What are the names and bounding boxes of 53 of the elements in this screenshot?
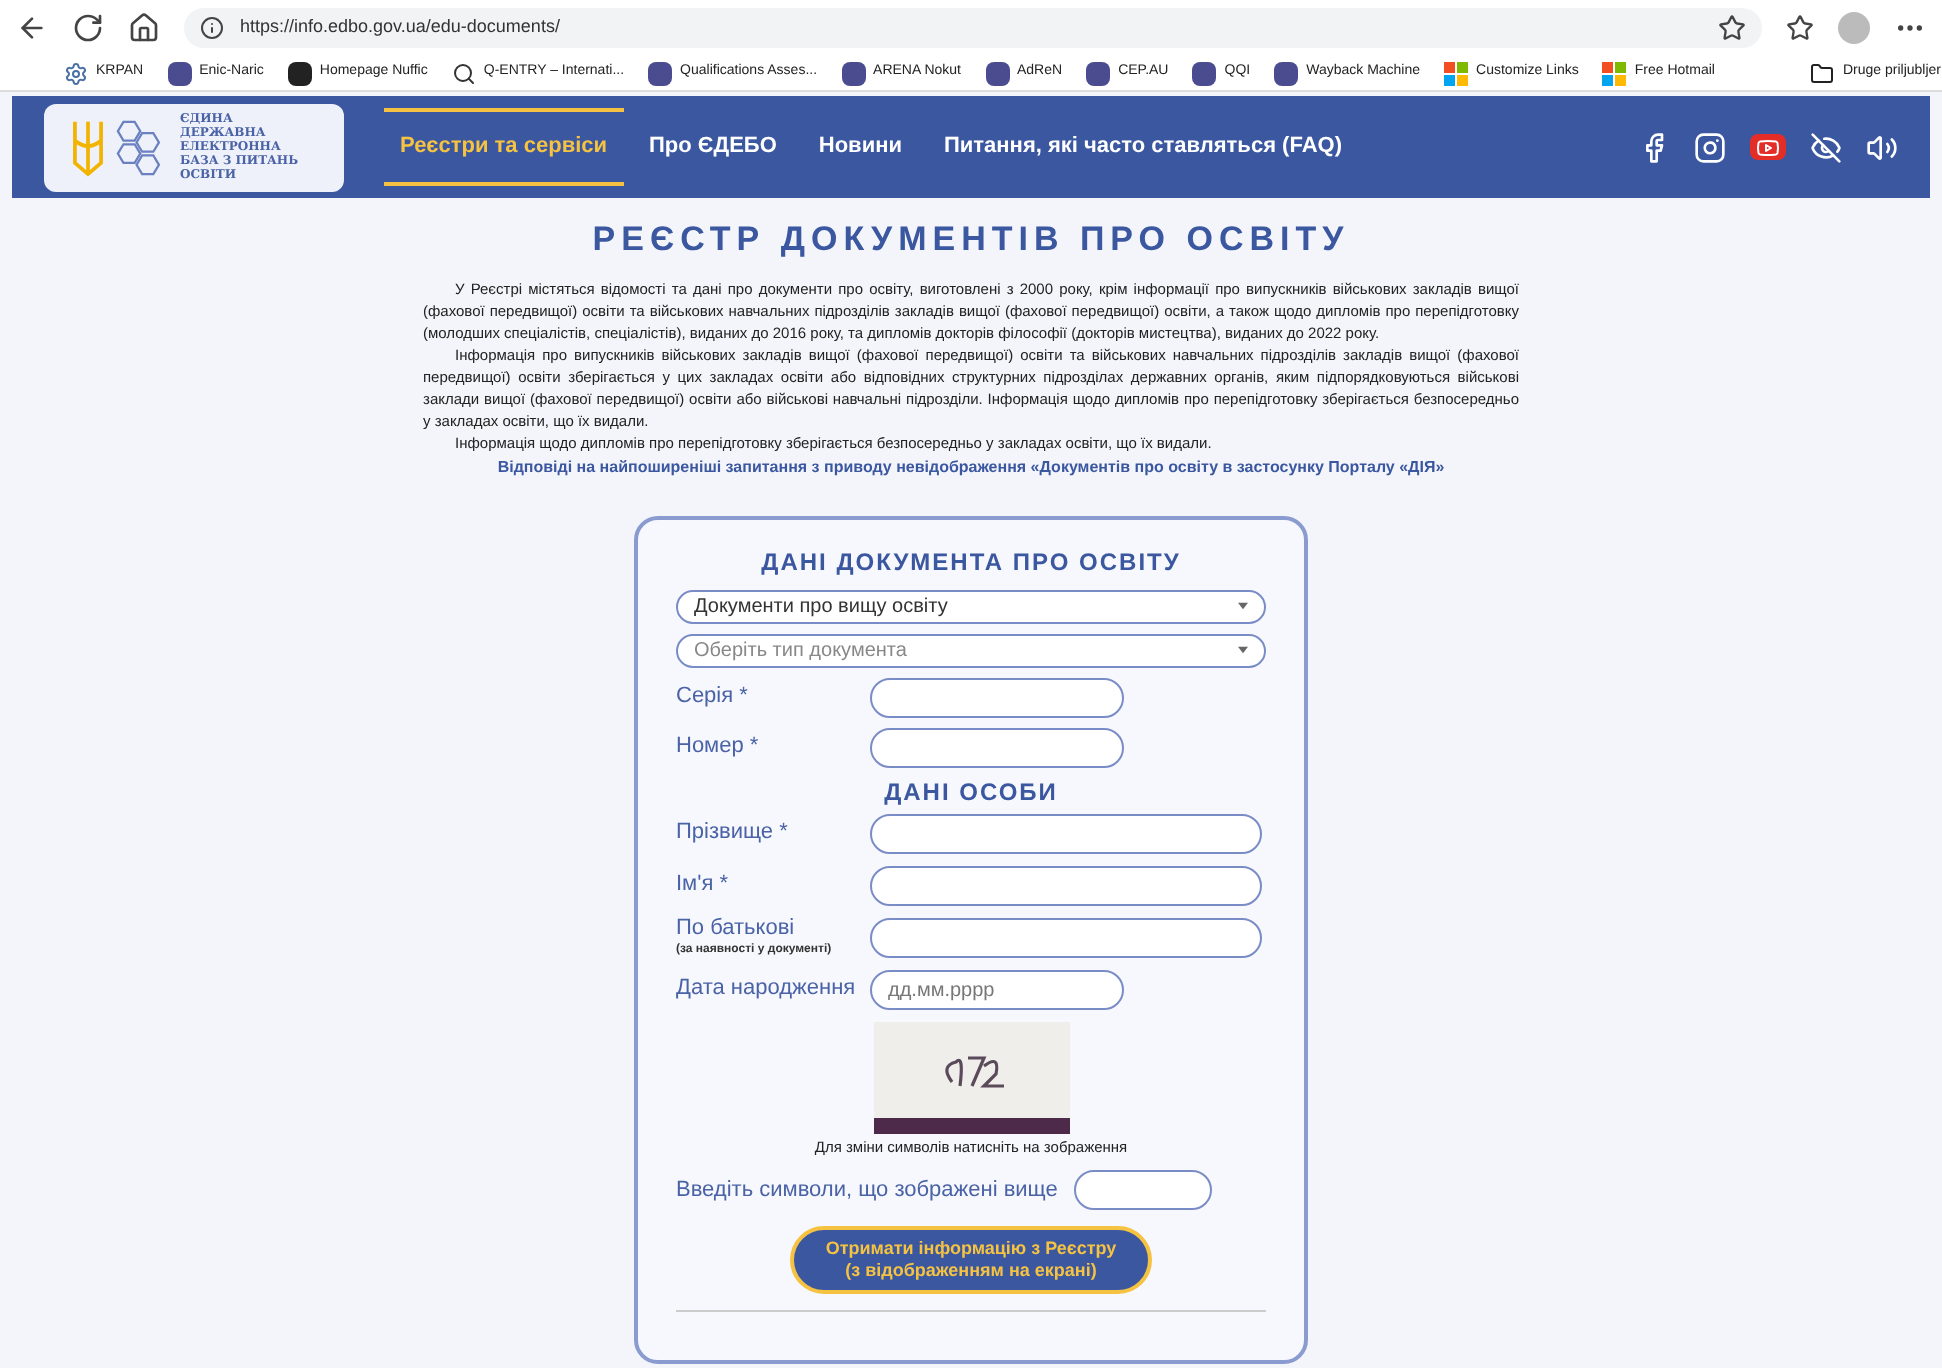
text-field[interactable] — [870, 678, 1124, 718]
faq-link[interactable]: Відповіді на найпоширеніші запитання з приводу невідображення «Документів про освіту в застосунку Порталу «ДІЯ» — [423, 455, 1519, 479]
speaker-icon[interactable] — [1866, 131, 1898, 163]
url-text: https://info.edbo.gov.ua/edu-documents/ — [240, 14, 560, 41]
site-icon — [841, 61, 866, 85]
nav-link[interactable]: Новини — [802, 108, 918, 186]
reload-icon[interactable] — [72, 12, 104, 44]
youtube-icon[interactable] — [1750, 134, 1786, 160]
info-icon — [200, 16, 224, 40]
field-label: По батькові — [676, 916, 797, 943]
text-field[interactable] — [870, 918, 1262, 958]
submit-button[interactable]: Отримати інформацію з Реєстру (з відображенням на екрані) — [790, 1225, 1152, 1294]
dropdown-caret-icon — [1238, 602, 1248, 610]
address-bar[interactable]: https://info.edbo.gov.ua/edu-documents/ — [184, 8, 1762, 48]
dropdown-caret-icon — [1238, 646, 1248, 654]
search-icon — [451, 61, 476, 85]
captcha-field[interactable] — [1073, 1169, 1212, 1210]
site-icon — [167, 61, 192, 85]
section-heading: ДАНІ ДОКУМЕНТА ПРО ОСВІТУ — [759, 545, 1183, 579]
section-heading: ДАНІ ОСОБИ — [882, 775, 1060, 809]
eye-off-icon[interactable] — [1810, 131, 1842, 163]
captcha-label: Введіть символи, що зображені вище — [676, 1175, 1058, 1205]
site-icon — [648, 61, 673, 85]
folder-icon — [1810, 61, 1835, 85]
nav-link[interactable]: Про ЄДЕБО — [633, 108, 793, 186]
captcha-image[interactable] — [873, 1021, 1069, 1133]
back-icon[interactable] — [16, 12, 48, 44]
tiles-icon — [1602, 61, 1627, 85]
field-label: Номер * — [676, 734, 761, 762]
favorites-icon[interactable] — [1786, 14, 1814, 42]
nav-link[interactable]: Реєстри та сервіси — [384, 108, 624, 186]
site-icon — [1086, 61, 1111, 85]
home-icon[interactable] — [128, 12, 160, 44]
field-label: Серія * — [676, 684, 750, 712]
field-label: Дата народження — [676, 976, 858, 1004]
gear-icon — [64, 61, 88, 85]
favorite-star-icon[interactable] — [1718, 14, 1746, 42]
page-title: РЕЄСТР ДОКУМЕНТІВ ПРО ОСВІТУ — [590, 218, 1352, 262]
text-field[interactable] — [870, 866, 1262, 906]
field-label: Прізвище * — [676, 820, 790, 848]
site-icon — [985, 61, 1009, 85]
dropdown-select[interactable]: Документи про вищу освіту — [676, 589, 1266, 623]
letter-n-icon — [287, 61, 312, 85]
nav-link[interactable]: Питання, які часто ставляться (FAQ) — [927, 108, 1358, 186]
tiles-icon — [1444, 61, 1469, 85]
field-label: Ім'я * — [676, 872, 731, 900]
site-icon — [1192, 61, 1217, 85]
text-field[interactable] — [870, 728, 1124, 768]
text-field[interactable]: дд.мм.рррр — [870, 970, 1124, 1010]
dropdown-select[interactable]: Оберіть тип документа — [676, 633, 1266, 667]
instagram-icon[interactable] — [1694, 131, 1726, 163]
site-icon — [1274, 61, 1299, 85]
text-field[interactable] — [870, 814, 1262, 854]
